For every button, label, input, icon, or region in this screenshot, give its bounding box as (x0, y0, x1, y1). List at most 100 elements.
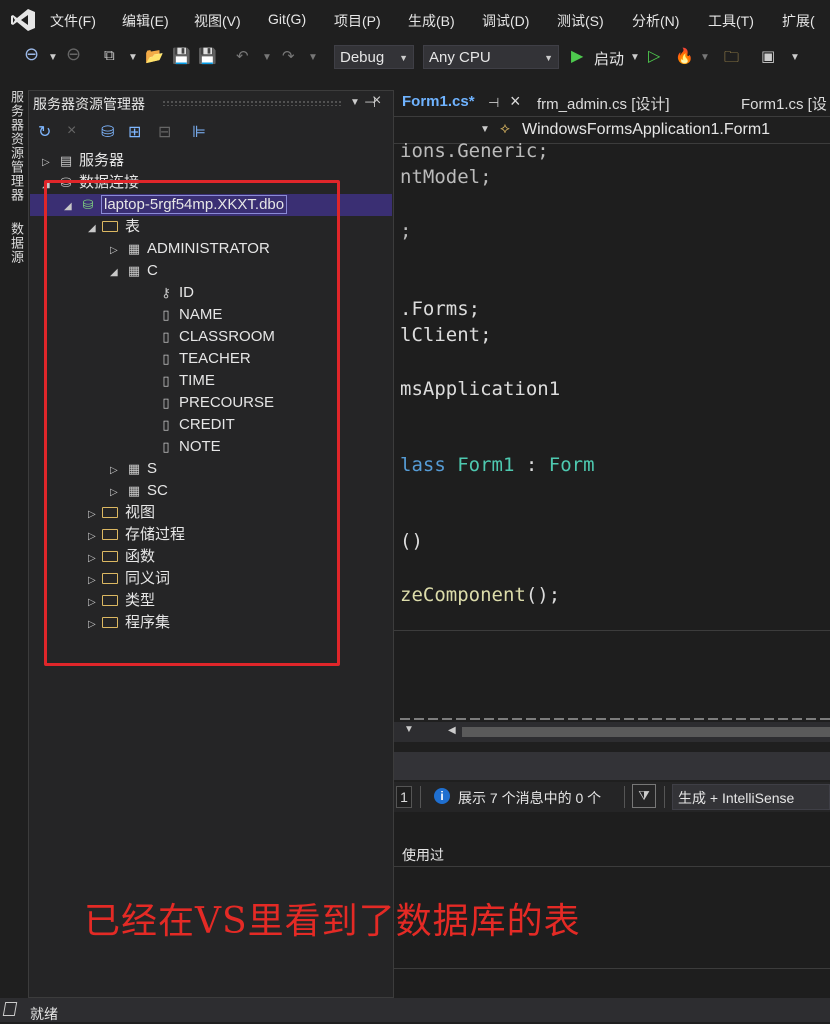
scrollbar-thumb[interactable] (462, 727, 830, 737)
code-text: (); (525, 584, 561, 606)
code-line: lass Form1 : Form (400, 454, 595, 476)
divider (420, 786, 421, 808)
back-icon[interactable]: ⊖ (24, 44, 39, 65)
new-project-icon[interactable]: ⧉ (104, 47, 115, 64)
platform-value: Any CPU (429, 49, 491, 66)
annotation-caption: 已经在VS里看到了数据库的表 (84, 901, 581, 942)
menu-project[interactable]: 项目(P) (334, 11, 381, 31)
refresh-icon[interactable]: ↻ (38, 122, 51, 142)
visual-studio-logo-icon (11, 9, 35, 31)
start-without-debugging-icon[interactable]: ▷ (648, 46, 660, 66)
red-annotation-box (44, 180, 340, 666)
tab-form1-design[interactable]: Form1.cs [设 (741, 93, 827, 114)
start-icon[interactable]: ▶ (571, 46, 583, 66)
code-text: : (514, 454, 549, 476)
menu-edit[interactable]: 编辑(E) (122, 11, 169, 31)
code-editor[interactable] (394, 144, 830, 720)
configuration-value: Debug (340, 49, 385, 66)
menu-tools[interactable]: 工具(T) (708, 11, 754, 31)
connect-database-icon[interactable]: ⛁ (101, 122, 114, 142)
status-bar (0, 998, 830, 1022)
code-line: ; (400, 220, 412, 242)
class-icon: ⟡ (500, 120, 510, 137)
messages-toggle[interactable]: 展示 7 个消息中的 0 个 (458, 788, 601, 808)
new-dropdown-icon[interactable]: ▼ (128, 52, 138, 63)
configuration-select[interactable]: Debug ▼ (334, 45, 414, 69)
divider (664, 786, 665, 808)
tree-node-label: 服务器 (79, 152, 125, 169)
redo-dropdown-icon[interactable]: ▼ (308, 52, 318, 63)
error-count-box[interactable]: 1 (396, 786, 412, 808)
divider (394, 866, 830, 867)
scroll-left-icon[interactable]: ◀ (448, 725, 456, 736)
chevron-down-icon: ▼ (399, 53, 408, 63)
hot-reload-icon[interactable]: 🔥 (675, 47, 694, 65)
stop-icon[interactable]: × (67, 122, 76, 140)
save-all-icon[interactable]: 💾 (198, 47, 217, 65)
pin-icon[interactable]: ⊣ (488, 95, 499, 111)
panel-title: 服务器资源管理器 (33, 96, 145, 112)
platform-select[interactable]: Any CPU ▼ (423, 45, 559, 69)
error-list-header (394, 752, 830, 780)
menu-build[interactable]: 生成(B) (408, 11, 455, 31)
open-folder-icon[interactable]: 📂 (145, 47, 164, 65)
code-type: Form (548, 454, 595, 476)
menu-view[interactable]: 视图(V) (194, 11, 241, 31)
navbar-class-select[interactable]: WindowsFormsApplication1.Form1 (522, 121, 770, 139)
status-icon (2, 1002, 18, 1016)
filter-icon[interactable]: ⧩ (632, 784, 656, 808)
code-line: () (400, 530, 423, 552)
divider (624, 786, 625, 808)
forward-icon[interactable]: ⊖ (66, 44, 81, 65)
tab-form1-cs[interactable]: Form1.cs* (402, 93, 475, 110)
panel-dropdown-icon[interactable]: ▼ (350, 97, 360, 108)
azure-icon[interactable]: ⊟ (158, 122, 171, 142)
side-tab-data-sources[interactable]: 数据源 (7, 222, 26, 264)
panel-drag-grip[interactable] (162, 100, 342, 106)
menu-git[interactable]: Git(G) (268, 11, 306, 27)
window-layout-icon[interactable]: ▣ (761, 47, 775, 65)
tab-frm-admin-design[interactable]: frm_admin.cs [设计] (537, 93, 670, 114)
column-header-suppression[interactable]: 使用过 (402, 845, 444, 865)
connect-server-icon[interactable]: ⊞ (128, 122, 141, 142)
menu-test[interactable]: 测试(S) (557, 11, 604, 31)
menu-analyze[interactable]: 分析(N) (632, 11, 679, 31)
divider (394, 630, 830, 631)
chevron-down-icon[interactable]: ▼ (404, 724, 414, 735)
undo-icon[interactable]: ↶ (236, 47, 249, 65)
side-tab-server-explorer[interactable]: 服务器资源管理器 (7, 90, 26, 202)
code-line: lClient; (400, 324, 492, 346)
code-line: ntModel; (400, 166, 492, 188)
start-dropdown-icon[interactable]: ▼ (630, 52, 640, 63)
code-function: zeComponent (400, 584, 526, 606)
close-icon[interactable]: × (510, 91, 521, 112)
menu-file[interactable]: 文件(F) (50, 11, 96, 31)
divider (394, 968, 830, 969)
expand-icon[interactable]: ▷ (42, 152, 56, 174)
server-icon: ▤ (59, 153, 73, 168)
back-dropdown-icon[interactable]: ▼ (48, 52, 58, 63)
menu-debug[interactable]: 调试(D) (482, 11, 529, 31)
menu-extensions[interactable]: 扩展( (782, 11, 815, 31)
properties-icon[interactable]: ⊫ (192, 122, 206, 142)
code-line-clipped (400, 712, 830, 720)
chevron-down-icon: ▼ (544, 53, 553, 63)
hot-reload-dropdown-icon[interactable]: ▼ (700, 52, 710, 63)
status-text: 就绪 (30, 1006, 58, 1022)
redo-icon[interactable]: ↷ (282, 47, 295, 65)
chevron-down-icon[interactable]: ▼ (480, 124, 490, 135)
build-filter-select[interactable]: 生成 + IntelliSense (672, 784, 830, 810)
tree-node-servers[interactable]: ▷ ▤ 服务器 (42, 150, 124, 172)
code-line: ions.Generic; (400, 140, 549, 162)
save-icon[interactable]: 💾 (172, 47, 191, 65)
code-type: Form1 (457, 454, 515, 476)
undo-dropdown-icon[interactable]: ▼ (262, 52, 272, 63)
code-line: msApplication1 (400, 378, 561, 400)
code-line: .Forms; (400, 298, 481, 320)
close-icon[interactable]: × (372, 92, 381, 110)
layout-dropdown-icon[interactable]: ▼ (790, 52, 800, 63)
solution-explorer-icon[interactable]: 🗀 (724, 47, 739, 72)
info-icon[interactable]: i (434, 788, 450, 804)
start-button-label[interactable]: 启动 (594, 48, 624, 69)
build-filter-value: 生成 + IntelliSense (678, 790, 795, 806)
